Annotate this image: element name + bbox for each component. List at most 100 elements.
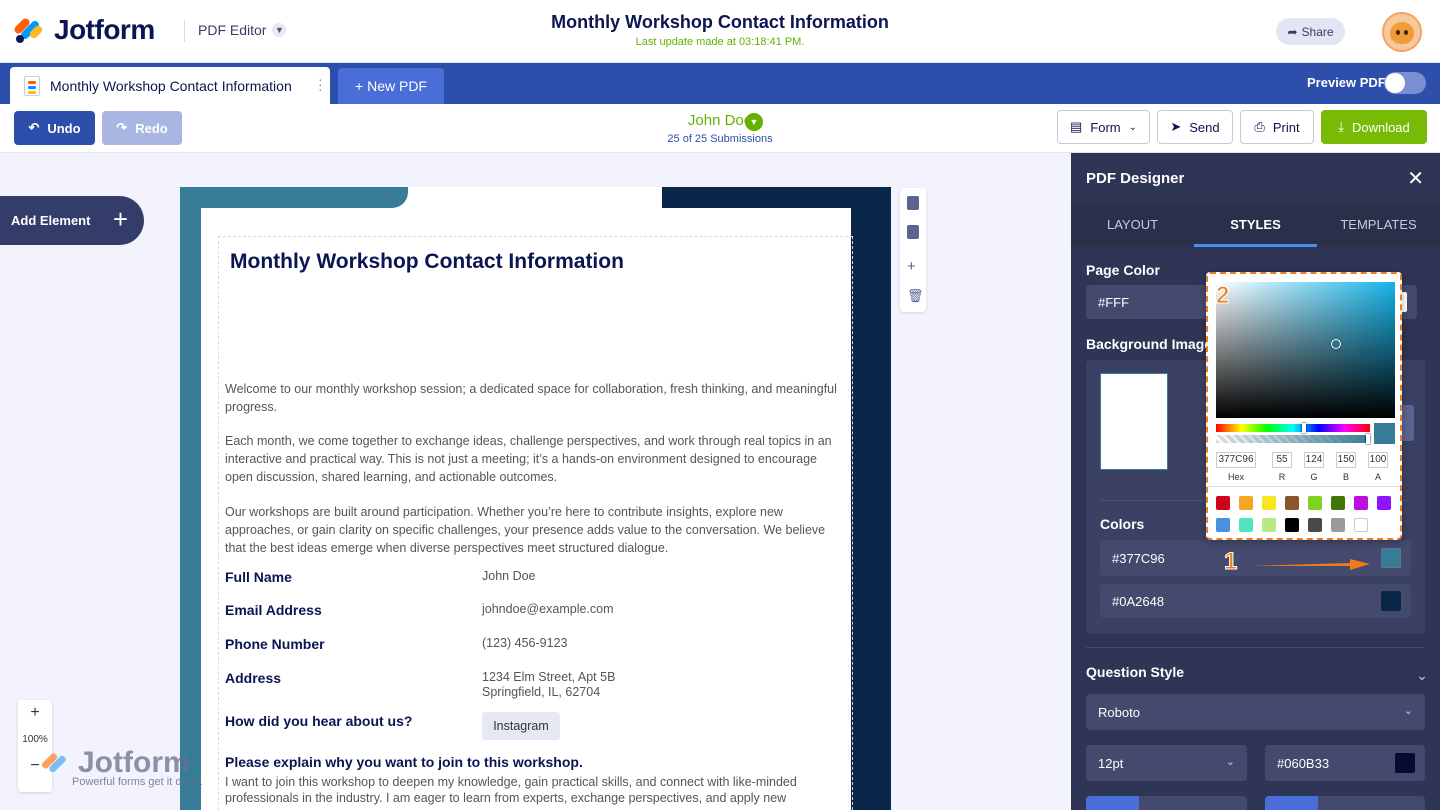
preset-color-swatch[interactable] (1216, 496, 1230, 510)
submission-dropdown-icon[interactable]: ▼ (745, 113, 763, 131)
add-element-button[interactable]: Add Element + (0, 196, 144, 245)
saturation-cursor[interactable] (1331, 339, 1341, 349)
essay-question-label[interactable]: Please explain why you want to join to t… (225, 754, 583, 770)
bold-button[interactable] (1086, 796, 1139, 810)
blue-input[interactable]: 150 (1336, 452, 1356, 468)
background-image-thumbnail[interactable] (1100, 373, 1168, 470)
add-page-icon[interactable]: + (907, 259, 919, 274)
alpha-slider-knob[interactable] (1366, 434, 1370, 444)
question-font-color-input[interactable]: #060B33 (1265, 745, 1425, 781)
action-bar: ↶ Undo ↷ Redo John Doe ▼ 25 of 25 Submis… (0, 104, 1440, 153)
preset-color-swatch[interactable] (1331, 496, 1345, 510)
share-button[interactable]: ➦ Share (1276, 18, 1345, 45)
form-label: Form (1090, 119, 1121, 135)
intro-paragraph[interactable]: Welcome to our monthly workshop session;… (225, 380, 847, 416)
red-label: R (1278, 472, 1286, 482)
document-icon (24, 75, 40, 96)
field-label-full-name[interactable]: Full Name (225, 569, 292, 585)
preset-color-swatch[interactable] (1262, 496, 1276, 510)
red-input[interactable]: 55 (1272, 452, 1292, 468)
question-font-select[interactable]: Roboto ⌄ (1086, 694, 1425, 730)
close-icon[interactable]: ✕ (1407, 166, 1424, 191)
field-value-address-line1[interactable]: 1234 Elm Street, Apt 5B (482, 670, 615, 685)
annotation-arrow (1250, 559, 1370, 570)
tab-styles[interactable]: STYLES (1194, 203, 1317, 247)
question-font-color-swatch[interactable] (1395, 753, 1415, 773)
preset-color-swatch[interactable] (1285, 496, 1299, 510)
tab-current-document[interactable]: Monthly Workshop Contact Information · · · (10, 67, 330, 104)
send-icon: ➤ (1170, 119, 1182, 134)
avatar-eye (1404, 30, 1408, 35)
field-value-email[interactable]: johndoe@example.com (482, 602, 614, 617)
preset-color-swatch[interactable] (1354, 496, 1368, 510)
question-font-size-select[interactable]: 12pt ⌄ (1086, 745, 1247, 781)
tab-templates[interactable]: TEMPLATES (1317, 203, 1440, 247)
essay-answer[interactable]: I want to join this workshop to deepen m… (225, 774, 847, 810)
top-header: Jotform PDF Editor ▼ Monthly Workshop Co… (0, 0, 1440, 63)
field-value-address-line2[interactable]: Springfield, IL, 62704 (482, 685, 600, 700)
preset-color-swatch[interactable] (1331, 518, 1345, 532)
preset-color-swatch[interactable] (1308, 518, 1322, 532)
chevron-down-icon: ⌄ (1403, 705, 1413, 717)
field-value-full-name[interactable]: John Doe (482, 569, 536, 584)
download-icon: ⤓ (1338, 119, 1344, 134)
preset-color-swatch[interactable] (1216, 518, 1230, 532)
preset-color-swatch[interactable] (1239, 496, 1253, 510)
color2-swatch[interactable] (1381, 591, 1401, 611)
undo-button[interactable]: ↶ Undo (14, 111, 95, 145)
alpha-slider[interactable] (1216, 434, 1370, 444)
hue-slider-knob[interactable] (1302, 423, 1306, 433)
undo-label: Undo (47, 120, 81, 136)
jotform-logo[interactable]: Jotform (12, 14, 155, 46)
background-options-handle[interactable] (1400, 405, 1414, 441)
color2-input[interactable]: #0A2648 (1100, 584, 1411, 618)
field-label-referral[interactable]: How did you hear about us? (225, 713, 412, 729)
preset-color-swatch[interactable] (1262, 518, 1276, 532)
form-icon: ▤ (1069, 119, 1083, 134)
page-icon[interactable] (907, 196, 919, 210)
share-icon: ➦ (1287, 24, 1298, 39)
preset-color-swatch[interactable] (1239, 518, 1253, 532)
field-value-phone[interactable]: (123) 456-9123 (482, 636, 567, 651)
align-left-button[interactable] (1265, 796, 1318, 810)
zoom-in-button[interactable]: + (18, 704, 52, 722)
color1-swatch[interactable] (1381, 548, 1401, 568)
trash-icon[interactable]: 🗑 (907, 289, 924, 303)
field-label-email[interactable]: Email Address (225, 602, 322, 618)
green-input[interactable]: 124 (1304, 452, 1324, 468)
download-button[interactable]: ⤓ Download (1321, 110, 1427, 144)
alignment-buttons[interactable] (1265, 796, 1425, 810)
watermark-logo-icon (40, 750, 68, 776)
avatar[interactable] (1382, 12, 1422, 52)
redo-button[interactable]: ↷ Redo (102, 111, 182, 145)
text-style-buttons[interactable] (1086, 796, 1247, 810)
print-button[interactable]: ⎙ Print (1240, 110, 1314, 144)
preview-pdf-toggle[interactable] (1384, 72, 1426, 94)
preset-color-swatch[interactable] (1354, 518, 1368, 532)
hex-input[interactable]: 377C96 (1216, 452, 1256, 468)
send-button[interactable]: ➤ Send (1157, 110, 1233, 144)
chevron-down-icon[interactable]: ⌄ (1416, 667, 1428, 684)
duplicate-page-icon[interactable] (907, 225, 919, 239)
product-switcher[interactable]: PDF Editor ▼ (198, 22, 287, 38)
divider (1086, 647, 1425, 648)
step-1-badge: 1 (1223, 548, 1238, 576)
hue-slider[interactable] (1216, 423, 1370, 433)
intro-paragraph[interactable]: Our workshops are built around participa… (225, 503, 847, 557)
more-options-icon[interactable]: · · · (318, 72, 323, 96)
colors-label: Colors (1100, 516, 1145, 532)
field-value-referral[interactable]: Instagram (482, 712, 560, 740)
saturation-area[interactable] (1216, 282, 1395, 418)
preset-color-swatch[interactable] (1308, 496, 1322, 510)
field-label-phone[interactable]: Phone Number (225, 636, 325, 652)
intro-paragraph[interactable]: Each month, we come together to exchange… (225, 432, 847, 486)
add-element-label: Add Element (11, 213, 91, 228)
preset-color-swatch[interactable] (1285, 518, 1299, 532)
pdf-form-title[interactable]: Monthly Workshop Contact Information (230, 250, 624, 274)
new-pdf-button[interactable]: + New PDF (338, 68, 444, 104)
form-dropdown-button[interactable]: ▤ Form ⌄ (1057, 110, 1150, 144)
field-label-address[interactable]: Address (225, 670, 281, 686)
alpha-input[interactable]: 100 (1368, 452, 1388, 468)
preset-color-swatch[interactable] (1377, 496, 1391, 510)
tab-layout[interactable]: LAYOUT (1071, 203, 1194, 247)
